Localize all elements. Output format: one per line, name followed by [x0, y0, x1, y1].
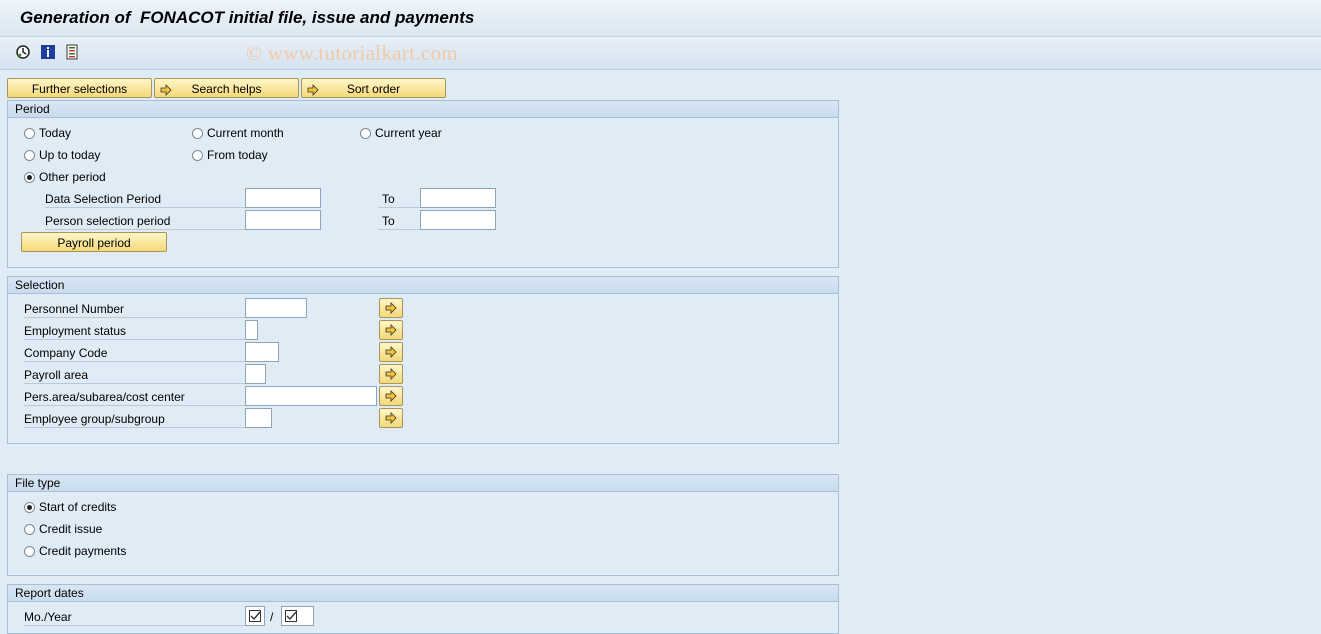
arrow-right-icon — [385, 412, 397, 424]
multiple-selection-button[interactable] — [379, 320, 403, 340]
period-header: Period — [8, 101, 838, 118]
title-bar: Generation of FONACOT initial file, issu… — [0, 0, 1321, 37]
radio-credit-payments[interactable] — [24, 546, 35, 557]
page-title: Generation of FONACOT initial file, issu… — [20, 8, 475, 27]
radio-other-period[interactable] — [24, 172, 35, 183]
arrow-right-icon — [385, 390, 397, 402]
date-separator: / — [270, 610, 274, 624]
radio-current-month[interactable] — [192, 128, 203, 139]
sort-order-button[interactable]: Sort order — [301, 78, 446, 98]
year-required-field[interactable] — [281, 606, 314, 626]
selection-header: Selection — [8, 277, 838, 294]
payroll-period-label: Payroll period — [57, 236, 131, 250]
radio-start-of-credits[interactable] — [24, 502, 35, 513]
radio-from-today[interactable] — [192, 150, 203, 161]
further-selections-button[interactable]: Further selections — [7, 78, 152, 98]
arrow-right-icon — [385, 368, 397, 380]
company-code-label: Company Code — [24, 345, 245, 362]
multiple-selection-button[interactable] — [379, 364, 403, 384]
person-selection-to-input[interactable] — [420, 210, 496, 230]
arrow-right-icon — [385, 346, 397, 358]
company-code-input[interactable] — [245, 342, 279, 362]
from-today-label: From today — [207, 148, 268, 162]
selection-list-icon[interactable] — [64, 44, 80, 60]
employee-group-input[interactable] — [245, 408, 272, 428]
credit-issue-label: Credit issue — [39, 522, 103, 536]
file-type-header: File type — [8, 475, 838, 492]
multiple-selection-button[interactable] — [379, 342, 403, 362]
watermark: © www.tutorialkart.com — [246, 41, 458, 65]
required-check-icon — [249, 610, 261, 622]
multiple-selection-button[interactable] — [379, 386, 403, 406]
personnel-number-label: Personnel Number — [24, 301, 245, 318]
credit-payments-label: Credit payments — [39, 544, 127, 558]
radio-today[interactable] — [24, 128, 35, 139]
arrow-right-icon — [160, 82, 172, 96]
further-selections-label: Further selections — [31, 82, 128, 96]
payroll-area-input[interactable] — [245, 364, 266, 384]
data-selection-from-input[interactable] — [245, 188, 321, 208]
report-dates-header: Report dates — [8, 585, 838, 602]
person-selection-period-label: Person selection period — [45, 213, 245, 230]
personnel-number-input[interactable] — [245, 298, 307, 318]
person-selection-from-input[interactable] — [245, 210, 321, 230]
sort-order-label: Sort order — [346, 82, 401, 96]
employee-group-label: Employee group/subgroup — [24, 411, 245, 428]
arrow-right-icon — [385, 324, 397, 336]
today-label: Today — [39, 126, 72, 140]
execute-clock-icon[interactable] — [15, 44, 31, 60]
arrow-right-icon — [307, 82, 319, 96]
month-required-field[interactable] — [245, 606, 265, 626]
payroll-period-button[interactable]: Payroll period — [21, 232, 167, 252]
search-helps-label: Search helps — [191, 82, 262, 96]
to-label: To — [378, 191, 424, 208]
report-dates-frame: Report dates Mo./Year / — [7, 584, 839, 634]
radio-current-year[interactable] — [360, 128, 371, 139]
application-toolbar: © www.tutorialkart.com — [0, 37, 1321, 70]
selection-frame: Selection Personnel Number Employment st… — [7, 276, 839, 444]
search-helps-button[interactable]: Search helps — [154, 78, 299, 98]
up-to-today-label: Up to today — [39, 148, 101, 162]
pers-area-label: Pers.area/subarea/cost center — [24, 389, 245, 406]
to-label: To — [378, 213, 424, 230]
radio-up-to-today[interactable] — [24, 150, 35, 161]
pers-area-input[interactable] — [245, 386, 377, 406]
employment-status-label: Employment status — [24, 323, 245, 340]
data-selection-period-label: Data Selection Period — [45, 191, 245, 208]
current-month-label: Current month — [207, 126, 284, 140]
required-check-icon — [285, 610, 297, 622]
mo-year-label: Mo./Year — [24, 609, 245, 626]
data-selection-to-input[interactable] — [420, 188, 496, 208]
payroll-area-label: Payroll area — [24, 367, 245, 384]
period-frame: Period Today Current month Current year … — [7, 100, 839, 268]
other-period-label: Other period — [39, 170, 106, 184]
radio-credit-issue[interactable] — [24, 524, 35, 535]
multiple-selection-button[interactable] — [379, 408, 403, 428]
employment-status-input[interactable] — [245, 320, 258, 340]
current-year-label: Current year — [375, 126, 442, 140]
start-of-credits-label: Start of credits — [39, 500, 117, 514]
file-type-frame: File type Start of credits Credit issue … — [7, 474, 839, 576]
multiple-selection-button[interactable] — [379, 298, 403, 318]
arrow-right-icon — [385, 302, 397, 314]
info-icon[interactable] — [40, 44, 56, 60]
